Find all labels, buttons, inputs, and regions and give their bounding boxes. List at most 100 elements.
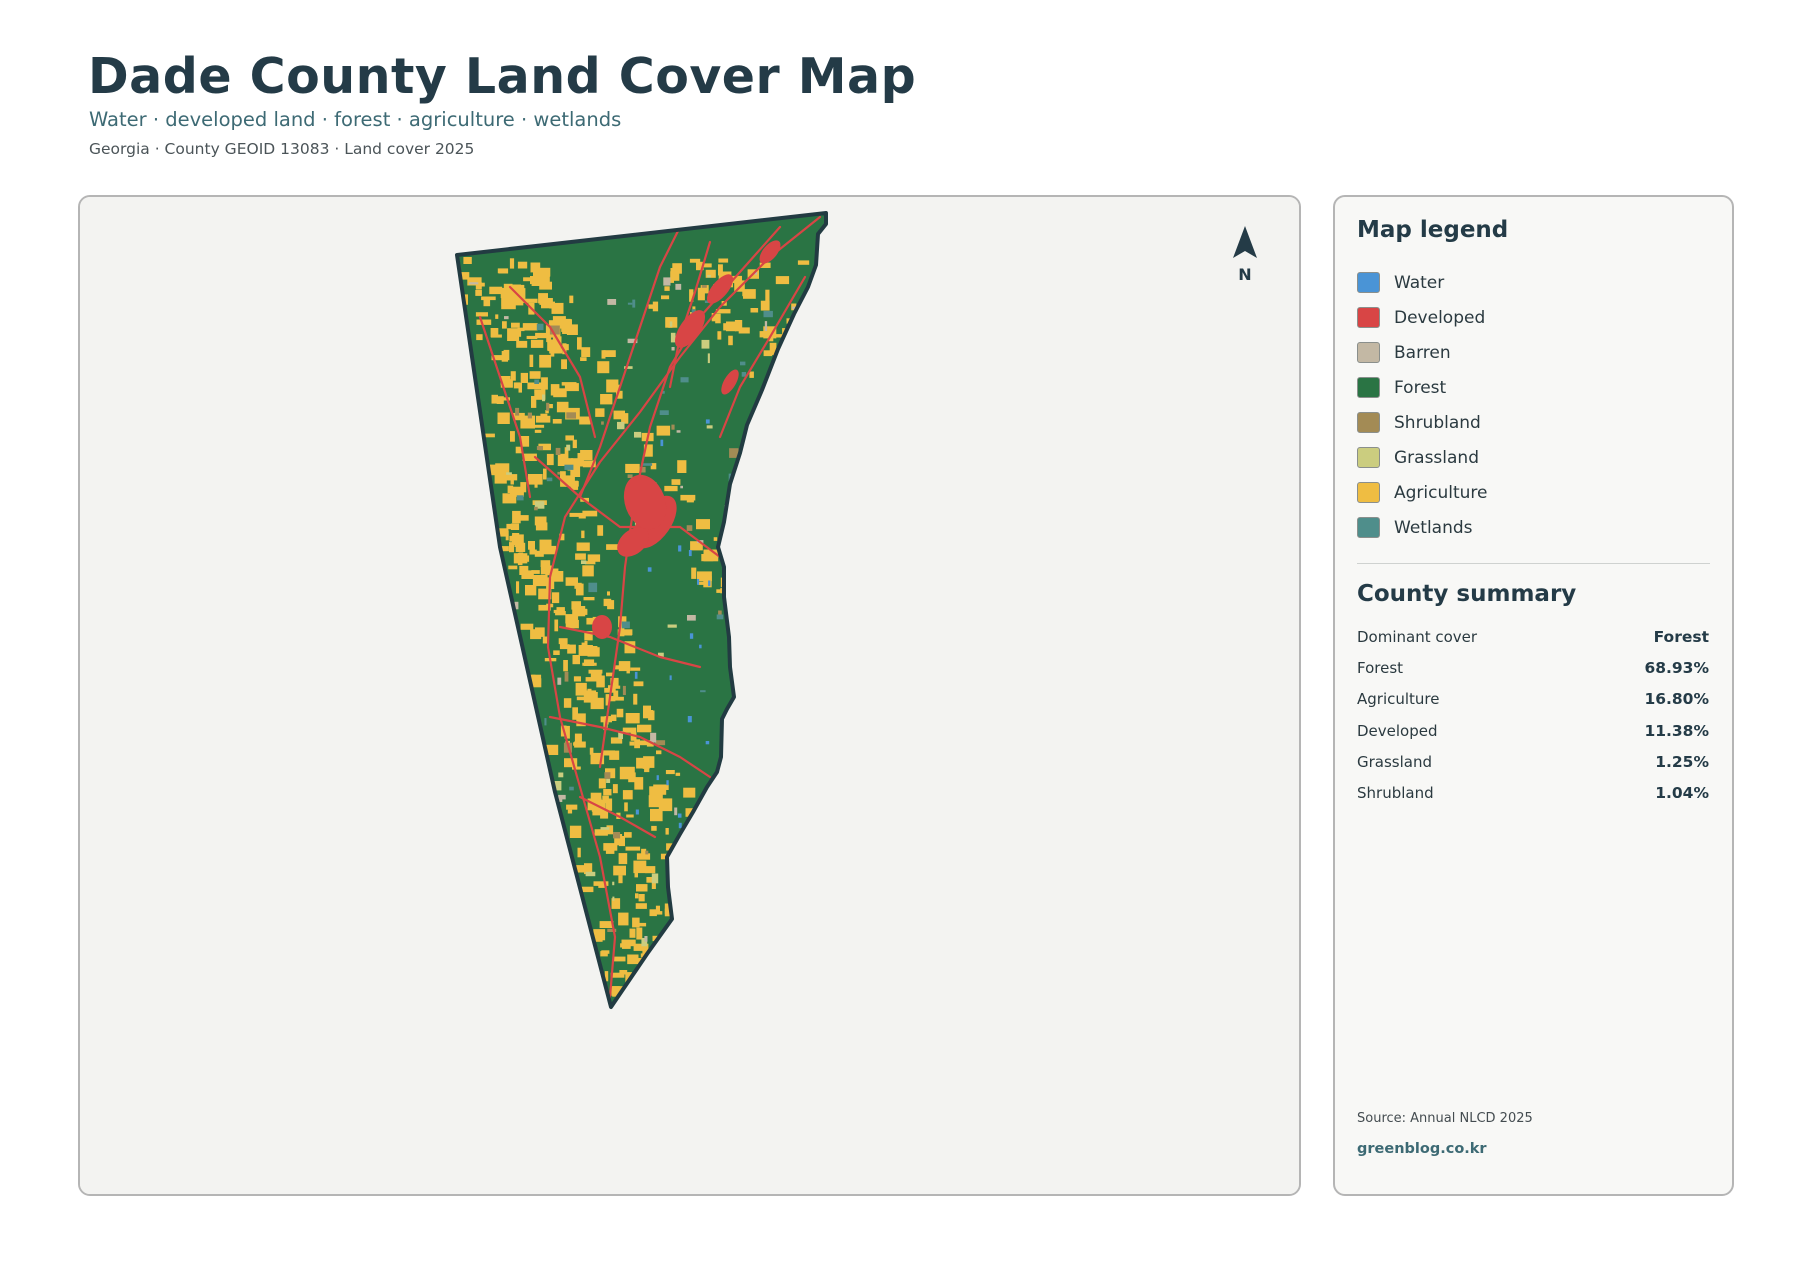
land-cover-cell: [677, 813, 682, 818]
land-cover-cell: [576, 542, 590, 551]
land-cover-cell: [636, 927, 643, 940]
land-cover-cell: [696, 519, 710, 530]
land-cover-cell: [481, 282, 485, 287]
land-cover-cell: [543, 468, 547, 480]
land-cover-cell: [749, 371, 754, 378]
land-cover-cell: [540, 413, 548, 421]
land-cover-cell: [519, 565, 529, 575]
land-cover-cell: [586, 690, 597, 697]
land-cover-cell: [601, 421, 604, 425]
land-cover-cell: [645, 866, 656, 874]
land-cover-map: [80, 197, 1299, 1194]
land-cover-cell: [525, 585, 537, 596]
land-cover-cell: [564, 671, 569, 682]
land-cover-cell: [636, 884, 648, 892]
land-cover-cell: [534, 429, 542, 433]
land-cover-cell: [604, 772, 611, 779]
land-cover-cell: [504, 316, 509, 320]
land-cover-cell: [463, 257, 472, 264]
land-cover-cell: [515, 330, 522, 337]
land-cover-cell: [531, 396, 537, 408]
land-cover-cell: [626, 667, 630, 674]
land-cover-cell: [533, 269, 539, 275]
land-cover-cell: [527, 412, 532, 419]
land-cover-cell: [556, 401, 569, 413]
summary-value: 11.38%: [1644, 721, 1709, 740]
summary-value: 68.93%: [1644, 658, 1709, 677]
land-cover-cell: [566, 804, 578, 810]
summary-title: County summary: [1357, 581, 1577, 607]
land-cover-cell: [687, 716, 692, 723]
land-cover-cell: [546, 453, 554, 466]
land-cover-cell: [528, 541, 535, 550]
north-arrow-icon: [1233, 226, 1257, 258]
legend-label: Barren: [1394, 342, 1451, 363]
land-cover-cell: [541, 377, 548, 390]
land-cover-cell: [642, 463, 653, 466]
land-cover-cell: [581, 642, 586, 649]
land-cover-cell: [629, 928, 636, 938]
land-cover-cell: [660, 784, 669, 790]
land-cover-cell: [622, 790, 633, 800]
legend-label: Forest: [1394, 377, 1447, 398]
land-cover-cell: [644, 936, 648, 942]
legend-label: Agriculture: [1394, 482, 1488, 503]
land-cover-cell: [675, 283, 682, 290]
summary-value: 1.04%: [1655, 784, 1709, 803]
land-cover-cell: [606, 379, 619, 393]
land-cover-cell: [476, 334, 483, 341]
land-cover-cell: [600, 394, 613, 405]
land-cover-cell: [656, 775, 659, 781]
land-cover-cell: [603, 350, 616, 357]
land-cover-cell: [544, 718, 547, 726]
land-cover-cell: [520, 372, 528, 383]
land-cover-cell: [574, 733, 582, 742]
land-cover-cell: [664, 286, 670, 291]
land-cover-cell: [534, 506, 538, 511]
land-cover-cell: [564, 344, 569, 351]
land-cover-cell: [587, 647, 600, 657]
land-cover-cell: [618, 853, 628, 865]
land-cover-cell: [759, 331, 764, 338]
land-cover-cell: [622, 727, 637, 733]
land-cover-cell: [572, 606, 586, 617]
land-cover-cell: [589, 747, 594, 755]
land-cover-cell: [683, 787, 696, 798]
land-cover-cell: [520, 623, 534, 630]
legend-label: Developed: [1394, 307, 1486, 328]
land-cover-cell: [666, 780, 669, 786]
land-cover-cell: [564, 383, 579, 392]
north-arrow: N: [1228, 224, 1262, 284]
panel-divider: [1357, 563, 1710, 564]
land-cover-cell: [557, 677, 562, 685]
legend-label: Shrubland: [1394, 412, 1481, 433]
land-cover-cell: [672, 263, 682, 274]
land-cover-cell: [612, 881, 615, 886]
land-cover-cell: [517, 261, 528, 269]
land-cover-cell: [561, 359, 567, 370]
land-cover-cell: [626, 814, 634, 818]
land-cover-cell: [515, 407, 520, 416]
land-cover-cell: [633, 693, 638, 705]
land-cover-cell: [619, 766, 635, 780]
land-cover-cell: [616, 708, 624, 718]
land-cover-cell: [617, 421, 625, 430]
land-cover-cell: [563, 660, 568, 672]
land-cover-cell: [627, 302, 633, 305]
legend-item-forest: Forest: [1357, 370, 1488, 405]
land-cover-cell: [558, 794, 566, 800]
land-cover-cell: [669, 675, 672, 681]
land-cover-cell: [530, 339, 544, 348]
land-cover-cell: [581, 530, 585, 539]
land-cover-cell: [536, 323, 544, 331]
legend-item-water: Water: [1357, 265, 1488, 300]
land-cover-cell: [497, 412, 510, 424]
land-cover-cell: [706, 425, 713, 429]
legend-swatch: [1357, 272, 1380, 293]
land-cover-cell: [607, 299, 617, 305]
legend-swatch: [1357, 342, 1380, 363]
land-cover-cell: [625, 463, 640, 473]
land-cover-cell: [529, 354, 534, 367]
land-cover-cell: [624, 832, 632, 838]
land-cover-cell: [532, 575, 548, 587]
